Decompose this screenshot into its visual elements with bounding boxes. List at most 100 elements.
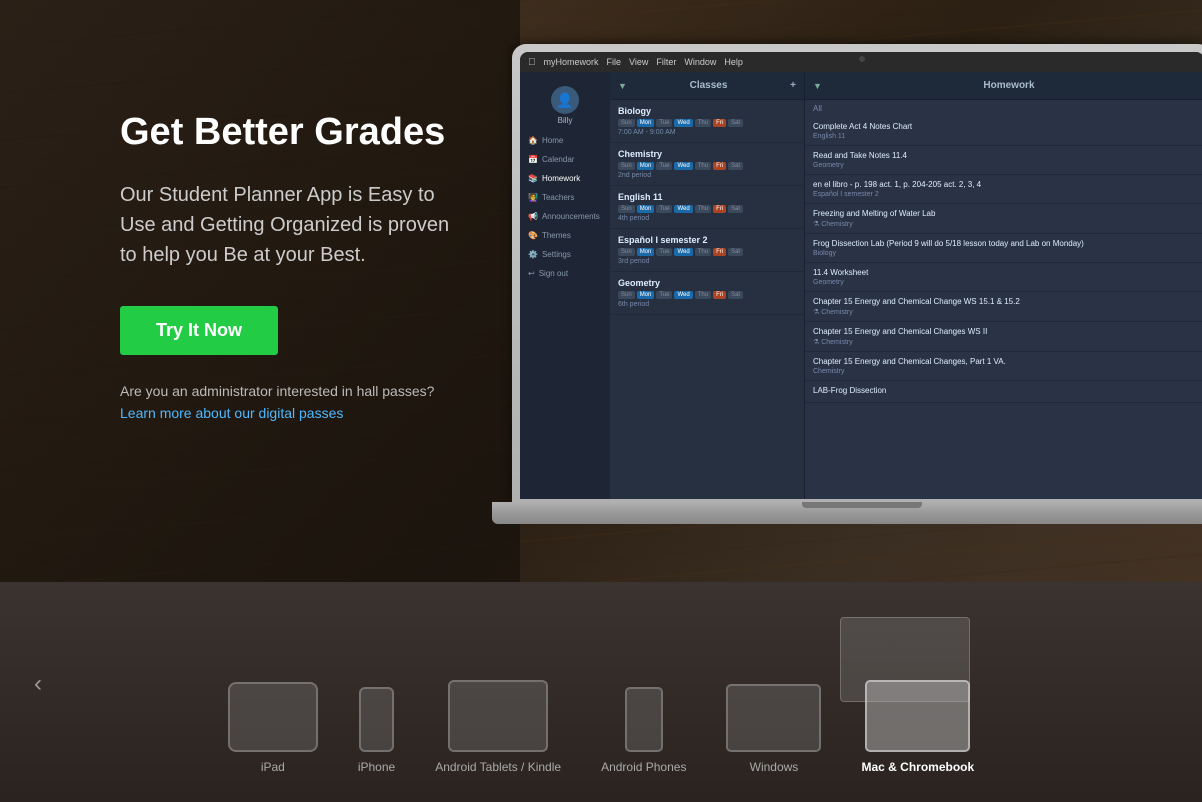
hw-item-9[interactable]: Chapter 15 Energy and Chemical Changes, … — [805, 352, 1202, 381]
app-body: 👤 Billy 🏠 Home 📅 Calendar 📚 — [520, 72, 1202, 499]
day-wed: Wed — [674, 162, 692, 170]
learn-more-link[interactable]: Learn more about our digital passes — [120, 405, 343, 421]
day-sun: Sun — [618, 248, 635, 256]
classes-filter-icon: ▼ — [618, 81, 627, 91]
android-tablet-label: Android Tablets / Kindle — [435, 760, 561, 774]
sidebar-settings[interactable]: ⚙️ Settings — [520, 245, 610, 264]
day-sat: Sat — [728, 162, 743, 170]
day-tue: Tue — [656, 248, 672, 256]
homework-title: Homework — [983, 80, 1034, 91]
sidebar-signout[interactable]: ↩ Sign out — [520, 264, 610, 283]
device-ipad[interactable]: iPad — [228, 682, 318, 774]
ipad-icon — [228, 682, 318, 752]
day-fri: Fri — [713, 205, 726, 213]
sidebar-themes[interactable]: 🎨 Themes — [520, 226, 610, 245]
class-biology[interactable]: Biology Sun Mon Tue Wed Thu Fri Sat — [610, 100, 804, 143]
hw-title-7: Chapter 15 Energy and Chemical Change WS… — [813, 297, 1196, 306]
hw-subject-2: Geometry — [813, 162, 1196, 169]
hw-subject-7: ⚗ Chemistry — [813, 308, 1196, 316]
day-mon: Mon — [637, 162, 655, 170]
day-sat: Sat — [728, 205, 743, 213]
day-tue: Tue — [656, 291, 672, 299]
menu-help: Help — [724, 57, 743, 67]
admin-text: Are you an administrator interested in h… — [120, 383, 470, 399]
laptop-shell:  myHomework File View Filter Window Hel… — [512, 44, 1202, 504]
class-english-days: Sun Mon Tue Wed Thu Fri Sat — [618, 205, 796, 213]
hw-item-3[interactable]: en el libro - p. 198 act. 1, p. 204-205 … — [805, 175, 1202, 204]
homework-header: ▼ Homework — [805, 72, 1202, 100]
homework-icon: 📚 — [528, 174, 538, 183]
day-mon: Mon — [637, 291, 655, 299]
sidebar-announcements-label: Announcements — [542, 212, 600, 221]
hw-title-6: 11.4 Worksheet — [813, 268, 1196, 277]
classes-title: Classes — [690, 80, 728, 91]
day-mon: Mon — [637, 248, 655, 256]
sidebar-calendar-label: Calendar — [542, 155, 574, 164]
class-geometry[interactable]: Geometry Sun Mon Tue Wed Thu Fri Sat — [610, 272, 804, 315]
prev-arrow[interactable]: ‹ — [20, 666, 56, 702]
mac-app:  myHomework File View Filter Window Hel… — [520, 52, 1202, 499]
day-sun: Sun — [618, 119, 635, 127]
device-row: iPad iPhone Android Tablets / Kindle And… — [0, 680, 1202, 774]
hw-item-7[interactable]: Chapter 15 Energy and Chemical Change WS… — [805, 292, 1202, 322]
headline: Get Better Grades — [120, 110, 470, 156]
class-english[interactable]: English 11 Sun Mon Tue Wed Thu Fri Sat — [610, 186, 804, 229]
device-mac[interactable]: Mac & Chromebook — [861, 680, 974, 774]
prev-arrow-icon: ‹ — [34, 670, 42, 698]
ipad-label: iPad — [261, 760, 285, 774]
sidebar-settings-label: Settings — [542, 250, 571, 259]
class-espanol[interactable]: Español I semester 2 Sun Mon Tue Wed Thu… — [610, 229, 804, 272]
hw-title-3: en el libro - p. 198 act. 1, p. 204-205 … — [813, 180, 1196, 189]
class-biology-name: Biology — [618, 106, 796, 116]
signout-icon: ↩ — [528, 269, 535, 278]
hw-item-6[interactable]: 11.4 Worksheet Geometry — [805, 263, 1202, 292]
laptop-base — [492, 502, 1202, 524]
day-fri: Fri — [713, 119, 726, 127]
device-android-tablet[interactable]: Android Tablets / Kindle — [435, 680, 561, 774]
apple-icon:  — [528, 57, 536, 68]
menu-file: File — [607, 57, 622, 67]
hw-subject-4: ⚗ Chemistry — [813, 220, 1196, 228]
cta-button[interactable]: Try It Now — [120, 306, 278, 355]
day-sun: Sun — [618, 162, 635, 170]
camera-dot — [859, 56, 865, 62]
windows-icon — [726, 684, 821, 752]
sidebar-homework-label: Homework — [542, 174, 580, 183]
day-sat: Sat — [728, 248, 743, 256]
device-windows[interactable]: Windows — [726, 684, 821, 774]
sidebar-teachers[interactable]: 👩‍🏫 Teachers — [520, 188, 610, 207]
hw-item-4[interactable]: Freezing and Melting of Water Lab ⚗ Chem… — [805, 204, 1202, 234]
hw-item-1[interactable]: Complete Act 4 Notes Chart English 11 — [805, 117, 1202, 146]
day-tue: Tue — [656, 162, 672, 170]
add-class-icon[interactable]: + — [790, 80, 796, 91]
day-wed: Wed — [674, 205, 692, 213]
hw-item-5[interactable]: Frog Dissection Lab (Period 9 will do 5/… — [805, 234, 1202, 263]
day-tue: Tue — [656, 119, 672, 127]
class-chemistry-period: 2nd period — [618, 172, 796, 179]
android-tablet-icon — [448, 680, 548, 752]
menu-filter: Filter — [656, 57, 676, 67]
teachers-icon: 👩‍🏫 — [528, 193, 538, 202]
class-chemistry-name: Chemistry — [618, 149, 796, 159]
android-phone-icon — [625, 687, 663, 752]
day-wed: Wed — [674, 119, 692, 127]
class-geometry-name: Geometry — [618, 278, 796, 288]
hw-item-8[interactable]: Chapter 15 Energy and Chemical Changes W… — [805, 322, 1202, 352]
sidebar-calendar[interactable]: 📅 Calendar — [520, 150, 610, 169]
sidebar-home[interactable]: 🏠 Home — [520, 131, 610, 150]
hw-subject-9: Chemistry — [813, 368, 1196, 375]
sidebar-announcements[interactable]: 📢 Announcements — [520, 207, 610, 226]
day-fri: Fri — [713, 162, 726, 170]
hw-title-4: Freezing and Melting of Water Lab — [813, 209, 1196, 218]
device-android-phone[interactable]: Android Phones — [601, 687, 686, 774]
hw-section-all: All — [805, 100, 1202, 117]
class-english-period: 4th period — [618, 215, 796, 222]
hw-item-2[interactable]: Read and Take Notes 11.4 Geometry — [805, 146, 1202, 175]
hw-title-1: Complete Act 4 Notes Chart — [813, 122, 1196, 131]
device-iphone[interactable]: iPhone — [358, 687, 395, 774]
hw-title-2: Read and Take Notes 11.4 — [813, 151, 1196, 160]
class-english-name: English 11 — [618, 192, 796, 202]
sidebar-homework[interactable]: 📚 Homework — [520, 169, 610, 188]
hw-item-10[interactable]: LAB-Frog Dissection — [805, 381, 1202, 403]
class-chemistry[interactable]: Chemistry Sun Mon Tue Wed Thu Fri Sat — [610, 143, 804, 186]
